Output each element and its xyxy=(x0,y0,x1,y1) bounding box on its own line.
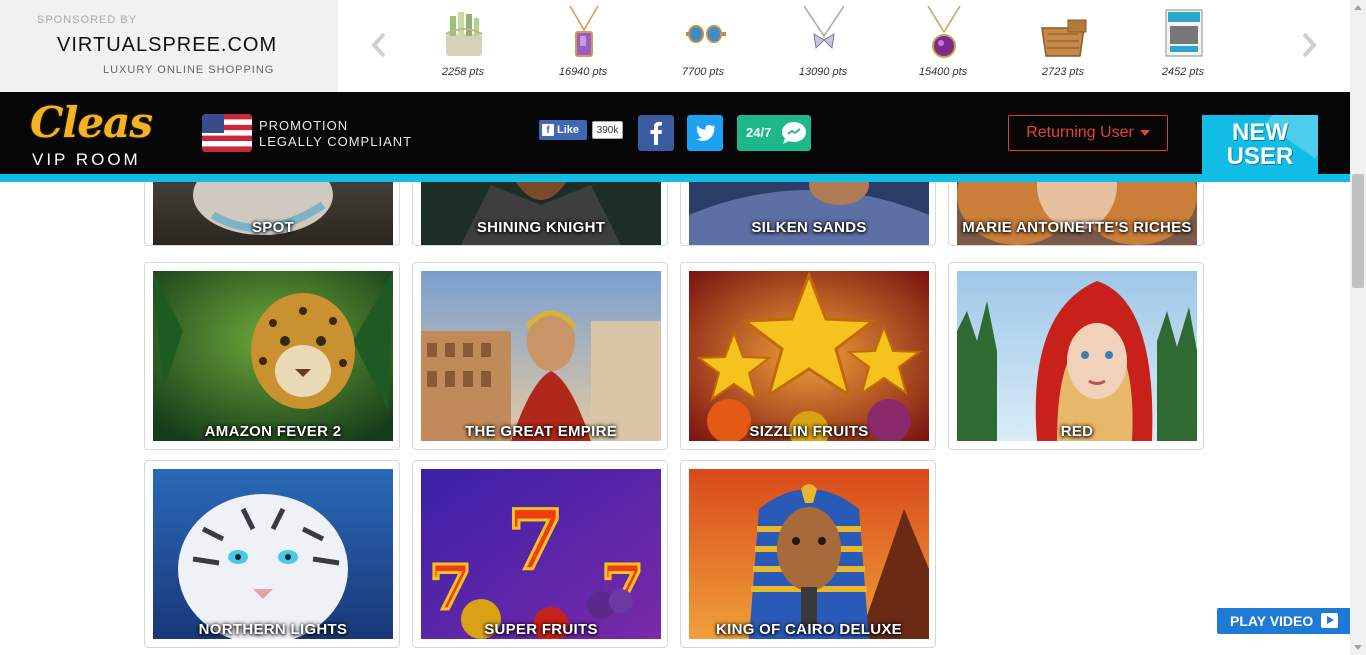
game-title: KING OF CAIRO DELUXE xyxy=(715,621,902,638)
game-card-super-fruits[interactable]: 7 7 7 SUPER FRUITS xyxy=(412,460,668,648)
product-points: 2452 pts xyxy=(1161,66,1205,78)
game-card-king-of-cairo-deluxe[interactable]: KING OF CAIRO DELUXE xyxy=(680,460,936,648)
game-thumbnail xyxy=(957,271,1197,441)
product-item[interactable]: 2 xyxy=(1256,0,1286,92)
wicker-basket-icon xyxy=(1041,19,1087,57)
play-video-label: PLAY VIDEO xyxy=(1230,613,1314,629)
product-points: 15400 pts xyxy=(918,66,968,78)
scroll-up-arrow-icon[interactable] xyxy=(1350,0,1366,16)
scroll-down-arrow-icon[interactable] xyxy=(1350,639,1366,655)
product-points: 2 xyxy=(1256,66,1286,78)
returning-user-button[interactable]: Returning User xyxy=(1008,115,1168,151)
purple-pendant-icon xyxy=(927,5,961,58)
twitter-icon xyxy=(696,124,716,141)
header-accent-line xyxy=(0,174,1350,182)
support-hours-label: 24/7 xyxy=(746,125,772,140)
new-user-label: NEW USER xyxy=(1202,121,1318,169)
logo-subtitle: VIP ROOM xyxy=(32,150,141,169)
sponsor-site-name[interactable]: VIRTUALSPREE.COM xyxy=(57,34,277,57)
game-title: SPOT xyxy=(251,219,295,236)
product-item[interactable]: 15400 pts xyxy=(898,0,988,92)
game-title: AMAZON FEVER 2 xyxy=(204,423,342,440)
game-card-shining-knight[interactable]: SHINING KNIGHT xyxy=(412,182,668,246)
promo-line-1: PROMOTION xyxy=(259,118,349,133)
product-points: 7700 pts xyxy=(681,66,725,78)
amethyst-pendant-icon xyxy=(569,5,599,57)
product-carousel: 2258 pts 16940 pts 7700 pts 13090 pts 15… xyxy=(418,0,1286,92)
facebook-f-icon: f xyxy=(542,124,554,136)
product-item[interactable]: 13090 pts xyxy=(778,0,868,92)
game-card-northern-lights[interactable]: NORTHERN LIGHTS xyxy=(144,460,400,648)
site-logo[interactable]: Cleas VIP ROOM xyxy=(30,98,170,170)
new-user-line-1: NEW xyxy=(1232,119,1288,146)
game-thumbnail xyxy=(153,271,393,441)
promotion-compliance-text: PROMOTION LEGALLY COMPLIANT xyxy=(259,118,412,150)
game-card-the-great-empire[interactable]: THE GREAT EMPIRE xyxy=(412,262,668,450)
promo-line-2: LEGALLY COMPLIANT xyxy=(259,134,413,149)
product-points: 13090 pts xyxy=(798,66,848,78)
site-header: Cleas VIP ROOM PROMOTION LEGALLY COMPLIA… xyxy=(0,92,1350,174)
game-thumbnail: 7 7 7 xyxy=(421,469,661,639)
butterfly-necklace-icon xyxy=(803,5,845,50)
game-card-spot[interactable]: SPOT xyxy=(144,182,400,246)
product-box-icon xyxy=(1165,9,1203,57)
game-card-marie-antoinettes-riches[interactable]: MARIE ANTOINETTE'S RICHES xyxy=(948,182,1204,246)
product-item[interactable]: 2258 pts xyxy=(418,0,508,92)
game-title: SUPER FRUITS xyxy=(484,621,598,638)
earrings-icon xyxy=(686,25,726,43)
product-points: 2258 pts xyxy=(441,66,485,78)
game-card-amazon-fever-2[interactable]: AMAZON FEVER 2 xyxy=(144,262,400,450)
svg-text:7: 7 xyxy=(507,493,564,589)
sponsored-by-label: SPONSORED BY xyxy=(37,14,138,26)
returning-user-label: Returning User xyxy=(1026,124,1134,141)
play-icon xyxy=(1321,613,1338,628)
game-title: RED xyxy=(1060,423,1094,440)
game-title: NORTHERN LIGHTS xyxy=(198,621,348,638)
game-thumbnail xyxy=(421,271,661,441)
device-icon xyxy=(1276,4,1286,62)
game-thumbnail xyxy=(153,469,393,639)
chat-bubble-icon xyxy=(782,122,806,144)
product-points: 16940 pts xyxy=(558,66,608,78)
logo-wordmark: Cleas xyxy=(30,98,153,147)
game-title: SIZZLIN FRUITS xyxy=(749,423,869,440)
sponsor-tagline: LUXURY ONLINE SHOPPING xyxy=(103,64,275,76)
new-user-line-2: USER xyxy=(1226,143,1294,170)
twitter-button[interactable] xyxy=(687,115,723,151)
facebook-like-button[interactable]: f Like xyxy=(539,120,587,140)
facebook-like-count: 390k xyxy=(592,121,623,139)
product-points: 2723 pts xyxy=(1041,66,1085,78)
scroll-thumb[interactable] xyxy=(1352,174,1364,288)
game-title: SILKEN SANDS xyxy=(751,219,867,236)
game-card-red[interactable]: RED xyxy=(948,262,1204,450)
facebook-button[interactable] xyxy=(638,115,674,151)
carousel-next-arrow-icon[interactable] xyxy=(1298,30,1320,60)
product-item[interactable]: 7700 pts xyxy=(658,0,748,92)
game-card-silken-sands[interactable]: SILKEN SANDS xyxy=(680,182,936,246)
play-video-button[interactable]: PLAY VIDEO xyxy=(1217,608,1350,634)
facebook-like-label: Like xyxy=(557,124,580,136)
gift-basket-icon xyxy=(445,12,483,56)
game-thumbnail xyxy=(689,469,929,639)
facebook-icon xyxy=(650,121,662,145)
us-flag-icon xyxy=(202,114,252,152)
game-title: MARIE ANTOINETTE'S RICHES xyxy=(962,219,1192,236)
games-grid: SPOT SHINING KNIGHT SILKEN SANDS MARIE A… xyxy=(0,182,1350,655)
product-item[interactable]: 16940 pts xyxy=(538,0,628,92)
carousel-prev-arrow-icon[interactable] xyxy=(368,30,390,60)
sponsor-box[interactable]: SPONSORED BY VIRTUALSPREE.COM LUXURY ONL… xyxy=(0,0,338,92)
sponsor-bar: SPONSORED BY VIRTUALSPREE.COM LUXURY ONL… xyxy=(0,0,1350,92)
product-item[interactable]: 2452 pts xyxy=(1138,0,1228,92)
game-thumbnail xyxy=(689,271,929,441)
game-title: THE GREAT EMPIRE xyxy=(464,423,618,440)
game-card-sizzlin-fruits[interactable]: SIZZLIN FRUITS xyxy=(680,262,936,450)
new-user-button[interactable]: NEW USER xyxy=(1202,115,1318,174)
live-support-button[interactable]: 24/7 xyxy=(737,115,811,151)
game-title: SHINING KNIGHT xyxy=(476,219,606,236)
page-scrollbar[interactable] xyxy=(1350,0,1366,655)
caret-down-icon xyxy=(1139,129,1150,136)
product-item[interactable]: 2723 pts xyxy=(1018,0,1108,92)
